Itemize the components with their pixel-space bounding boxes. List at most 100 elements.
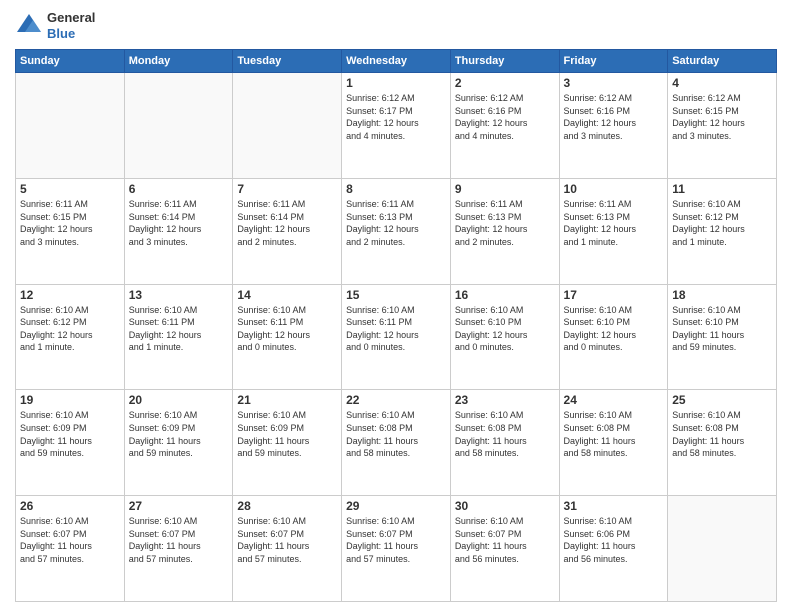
- calendar-cell: 2 Sunrise: 6:12 AM Sunset: 6:16 PM Daylig…: [450, 73, 559, 179]
- day-number: 1: [346, 76, 446, 90]
- day-number: 5: [20, 182, 120, 196]
- calendar-cell: 10Sunrise: 6:11 AM Sunset: 6:13 PM Dayli…: [559, 178, 668, 284]
- weekday-header-tuesday: Tuesday: [233, 50, 342, 73]
- day-number: 24: [564, 393, 664, 407]
- day-info: Sunrise: 6:12 AM Sunset: 6:15 PM Dayligh…: [672, 92, 772, 142]
- weekday-header-wednesday: Wednesday: [342, 50, 451, 73]
- day-number: 30: [455, 499, 555, 513]
- day-info: Sunrise: 6:10 AM Sunset: 6:08 PM Dayligh…: [564, 409, 664, 459]
- calendar-cell: 28Sunrise: 6:10 AM Sunset: 6:07 PM Dayli…: [233, 496, 342, 602]
- day-info: Sunrise: 6:10 AM Sunset: 6:08 PM Dayligh…: [455, 409, 555, 459]
- day-info: Sunrise: 6:10 AM Sunset: 6:11 PM Dayligh…: [346, 304, 446, 354]
- day-info: Sunrise: 6:10 AM Sunset: 6:11 PM Dayligh…: [129, 304, 229, 354]
- calendar-cell: 1 Sunrise: 6:12 AM Sunset: 6:17 PM Daylig…: [342, 73, 451, 179]
- calendar-cell: 31 Sunrise: 6:10 AM Sunset: 6:06 PM Dayli…: [559, 496, 668, 602]
- calendar-cell: 16 Sunrise: 6:10 AM Sunset: 6:10 PM Dayli…: [450, 284, 559, 390]
- calendar-cell: 17Sunrise: 6:10 AM Sunset: 6:10 PM Dayli…: [559, 284, 668, 390]
- day-number: 6: [129, 182, 229, 196]
- day-number: 21: [237, 393, 337, 407]
- calendar-cell: 12 Sunrise: 6:10 AM Sunset: 6:12 PM Dayli…: [16, 284, 125, 390]
- calendar-week-1: 1 Sunrise: 6:12 AM Sunset: 6:17 PM Daylig…: [16, 73, 777, 179]
- day-number: 18: [672, 288, 772, 302]
- calendar-cell: 3Sunrise: 6:12 AM Sunset: 6:16 PM Daylig…: [559, 73, 668, 179]
- header: General Blue: [15, 10, 777, 41]
- day-number: 8: [346, 182, 446, 196]
- calendar-cell: 30 Sunrise: 6:10 AM Sunset: 6:07 PM Dayli…: [450, 496, 559, 602]
- weekday-header-saturday: Saturday: [668, 50, 777, 73]
- calendar-week-3: 12 Sunrise: 6:10 AM Sunset: 6:12 PM Dayli…: [16, 284, 777, 390]
- logo-text: General Blue: [47, 10, 95, 41]
- calendar-cell: 29 Sunrise: 6:10 AM Sunset: 6:07 PM Dayli…: [342, 496, 451, 602]
- day-info: Sunrise: 6:11 AM Sunset: 6:14 PM Dayligh…: [129, 198, 229, 248]
- logo: General Blue: [15, 10, 95, 41]
- logo-icon: [15, 12, 43, 40]
- day-number: 11: [672, 182, 772, 196]
- day-number: 17: [564, 288, 664, 302]
- weekday-header-sunday: Sunday: [16, 50, 125, 73]
- calendar-cell: 23 Sunrise: 6:10 AM Sunset: 6:08 PM Dayli…: [450, 390, 559, 496]
- day-info: Sunrise: 6:10 AM Sunset: 6:08 PM Dayligh…: [672, 409, 772, 459]
- calendar-cell: [124, 73, 233, 179]
- day-number: 15: [346, 288, 446, 302]
- day-info: Sunrise: 6:11 AM Sunset: 6:13 PM Dayligh…: [455, 198, 555, 248]
- day-number: 31: [564, 499, 664, 513]
- weekday-header-monday: Monday: [124, 50, 233, 73]
- day-info: Sunrise: 6:10 AM Sunset: 6:07 PM Dayligh…: [455, 515, 555, 565]
- calendar-cell: 27Sunrise: 6:10 AM Sunset: 6:07 PM Dayli…: [124, 496, 233, 602]
- day-number: 4: [672, 76, 772, 90]
- calendar-week-5: 26 Sunrise: 6:10 AM Sunset: 6:07 PM Dayli…: [16, 496, 777, 602]
- weekday-header-friday: Friday: [559, 50, 668, 73]
- calendar-cell: 6 Sunrise: 6:11 AM Sunset: 6:14 PM Daylig…: [124, 178, 233, 284]
- calendar-cell: 20 Sunrise: 6:10 AM Sunset: 6:09 PM Dayli…: [124, 390, 233, 496]
- day-info: Sunrise: 6:10 AM Sunset: 6:10 PM Dayligh…: [455, 304, 555, 354]
- day-number: 9: [455, 182, 555, 196]
- day-info: Sunrise: 6:10 AM Sunset: 6:07 PM Dayligh…: [346, 515, 446, 565]
- day-info: Sunrise: 6:10 AM Sunset: 6:11 PM Dayligh…: [237, 304, 337, 354]
- calendar-cell: 9 Sunrise: 6:11 AM Sunset: 6:13 PM Daylig…: [450, 178, 559, 284]
- day-number: 14: [237, 288, 337, 302]
- day-number: 27: [129, 499, 229, 513]
- weekday-header-thursday: Thursday: [450, 50, 559, 73]
- calendar-cell: 24 Sunrise: 6:10 AM Sunset: 6:08 PM Dayli…: [559, 390, 668, 496]
- day-number: 20: [129, 393, 229, 407]
- day-info: Sunrise: 6:10 AM Sunset: 6:12 PM Dayligh…: [672, 198, 772, 248]
- calendar-cell: 21 Sunrise: 6:10 AM Sunset: 6:09 PM Dayli…: [233, 390, 342, 496]
- calendar-cell: 26 Sunrise: 6:10 AM Sunset: 6:07 PM Dayli…: [16, 496, 125, 602]
- day-info: Sunrise: 6:10 AM Sunset: 6:07 PM Dayligh…: [237, 515, 337, 565]
- calendar-cell: 22 Sunrise: 6:10 AM Sunset: 6:08 PM Dayli…: [342, 390, 451, 496]
- day-number: 7: [237, 182, 337, 196]
- day-info: Sunrise: 6:12 AM Sunset: 6:17 PM Dayligh…: [346, 92, 446, 142]
- calendar-cell: 4 Sunrise: 6:12 AM Sunset: 6:15 PM Daylig…: [668, 73, 777, 179]
- day-info: Sunrise: 6:12 AM Sunset: 6:16 PM Dayligh…: [455, 92, 555, 142]
- day-number: 13: [129, 288, 229, 302]
- day-info: Sunrise: 6:10 AM Sunset: 6:12 PM Dayligh…: [20, 304, 120, 354]
- day-number: 2: [455, 76, 555, 90]
- day-number: 25: [672, 393, 772, 407]
- day-number: 22: [346, 393, 446, 407]
- day-number: 10: [564, 182, 664, 196]
- day-info: Sunrise: 6:10 AM Sunset: 6:07 PM Dayligh…: [20, 515, 120, 565]
- day-info: Sunrise: 6:10 AM Sunset: 6:09 PM Dayligh…: [237, 409, 337, 459]
- day-info: Sunrise: 6:10 AM Sunset: 6:09 PM Dayligh…: [20, 409, 120, 459]
- calendar-cell: 13 Sunrise: 6:10 AM Sunset: 6:11 PM Dayli…: [124, 284, 233, 390]
- day-number: 12: [20, 288, 120, 302]
- calendar-week-2: 5Sunrise: 6:11 AM Sunset: 6:15 PM Daylig…: [16, 178, 777, 284]
- calendar-cell: 8Sunrise: 6:11 AM Sunset: 6:13 PM Daylig…: [342, 178, 451, 284]
- calendar-cell: 5Sunrise: 6:11 AM Sunset: 6:15 PM Daylig…: [16, 178, 125, 284]
- calendar-cell: [16, 73, 125, 179]
- day-info: Sunrise: 6:12 AM Sunset: 6:16 PM Dayligh…: [564, 92, 664, 142]
- calendar-cell: 25 Sunrise: 6:10 AM Sunset: 6:08 PM Dayli…: [668, 390, 777, 496]
- day-info: Sunrise: 6:10 AM Sunset: 6:08 PM Dayligh…: [346, 409, 446, 459]
- calendar-cell: 14 Sunrise: 6:10 AM Sunset: 6:11 PM Dayli…: [233, 284, 342, 390]
- calendar-cell: [233, 73, 342, 179]
- day-info: Sunrise: 6:10 AM Sunset: 6:09 PM Dayligh…: [129, 409, 229, 459]
- day-number: 16: [455, 288, 555, 302]
- day-number: 29: [346, 499, 446, 513]
- day-number: 23: [455, 393, 555, 407]
- day-info: Sunrise: 6:10 AM Sunset: 6:06 PM Dayligh…: [564, 515, 664, 565]
- day-number: 26: [20, 499, 120, 513]
- page: General Blue SundayMondayTuesdayWednesda…: [0, 0, 792, 612]
- calendar-cell: 15 Sunrise: 6:10 AM Sunset: 6:11 PM Dayli…: [342, 284, 451, 390]
- calendar-cell: [668, 496, 777, 602]
- calendar-table: SundayMondayTuesdayWednesdayThursdayFrid…: [15, 49, 777, 602]
